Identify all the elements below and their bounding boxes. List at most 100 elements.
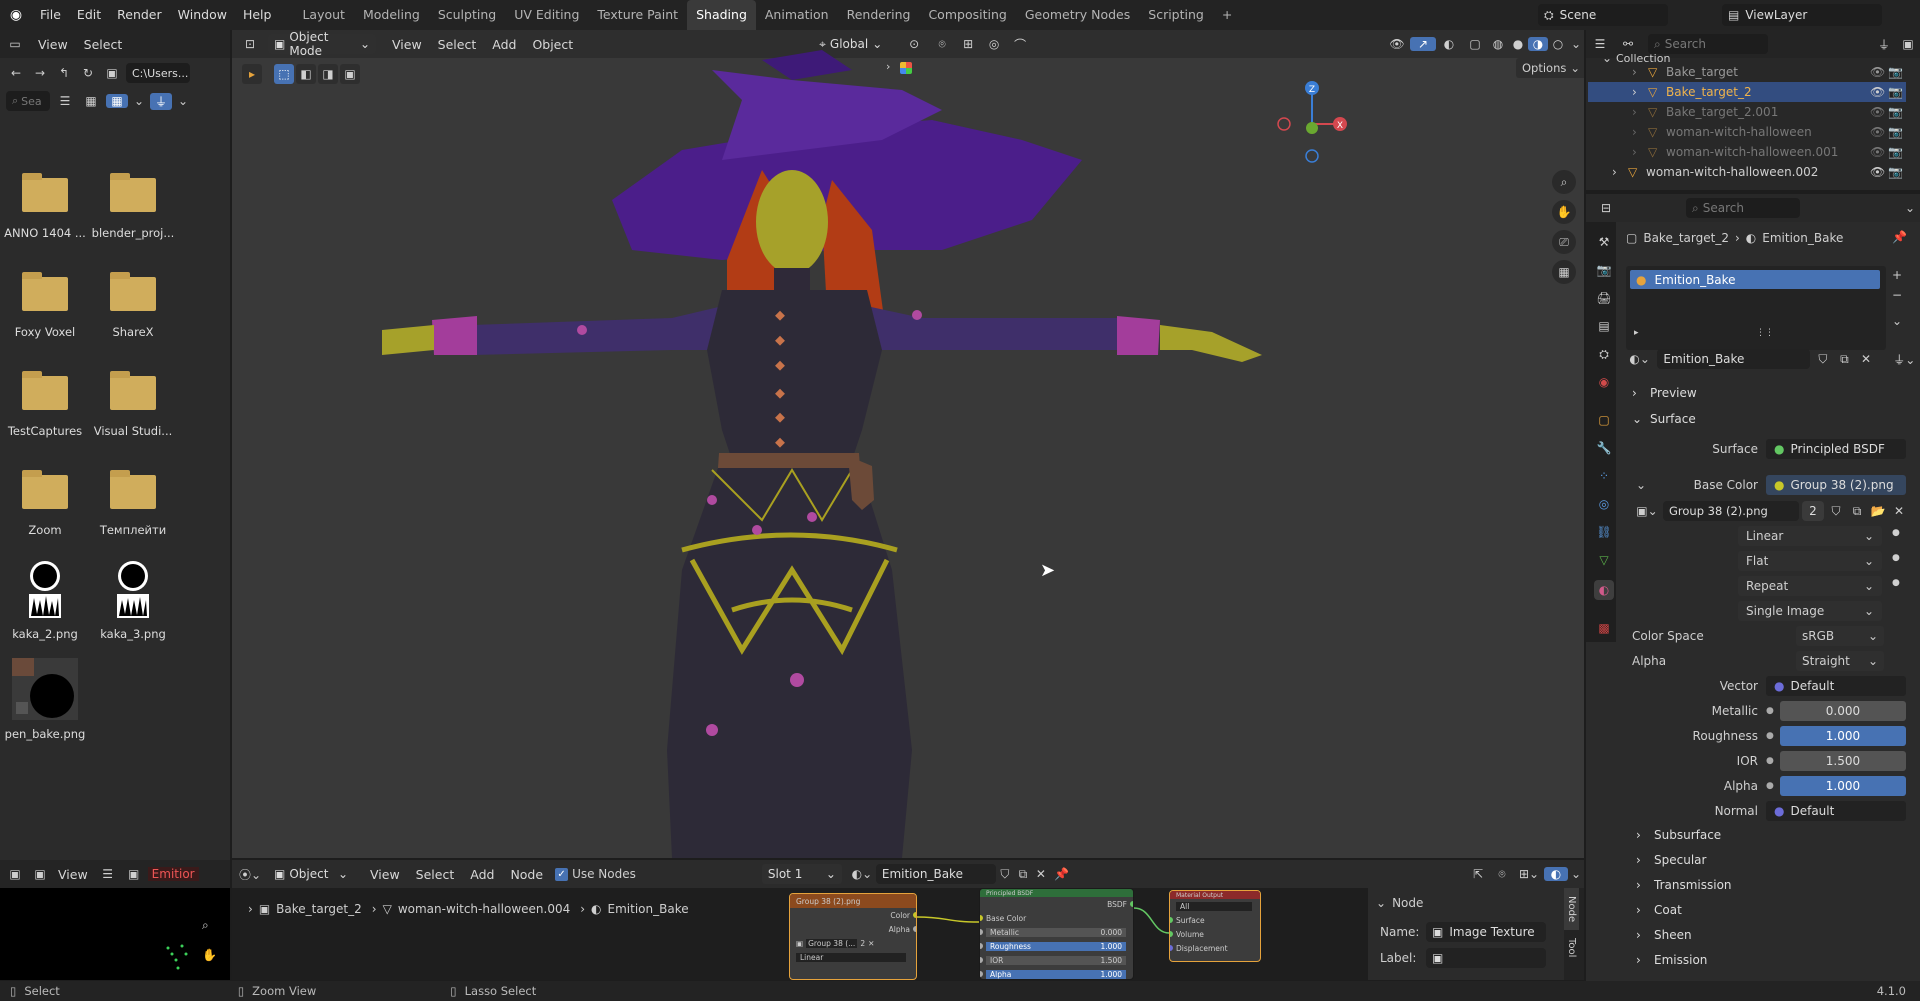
- camera-icon[interactable]: 📷: [1888, 105, 1906, 119]
- alpha-slider[interactable]: 1.000: [1779, 776, 1906, 796]
- socket-grey-icon[interactable]: [980, 929, 983, 935]
- material-name-field[interactable]: Emition_Bake: [1657, 349, 1811, 369]
- select-extend-icon[interactable]: ◧: [296, 64, 316, 84]
- navigation-gizmo[interactable]: Z X: [1272, 76, 1352, 166]
- file-item[interactable]: ANNO 1404 ...: [2, 173, 88, 240]
- menu-view[interactable]: View: [362, 867, 408, 882]
- image-browse-icon[interactable]: ▣: [120, 867, 148, 881]
- view-layer-tab-icon[interactable]: ▤: [1594, 316, 1614, 336]
- snap-target-icon[interactable]: ⊞⌄: [1514, 867, 1544, 881]
- file-item[interactable]: Visual Studi...: [90, 371, 176, 438]
- section-surface[interactable]: ⌄ Surface: [1632, 408, 1906, 430]
- list-view-icon[interactable]: ☰: [54, 94, 76, 108]
- file-item[interactable]: blender_proj...: [90, 173, 176, 240]
- editor-type-icon[interactable]: ⊡: [232, 37, 268, 51]
- menu-view[interactable]: View: [30, 37, 76, 52]
- socket-grey-icon[interactable]: [913, 926, 916, 932]
- tab-shading[interactable]: Shading: [687, 0, 756, 30]
- file-search-input[interactable]: ⌕ Sea: [6, 91, 50, 111]
- object-tab-icon[interactable]: ▢: [1594, 410, 1614, 430]
- ior-field[interactable]: IOR 1.500: [986, 955, 1126, 965]
- eye-icon[interactable]: 👁: [1870, 125, 1888, 139]
- tab-sculpting[interactable]: Sculpting: [429, 0, 505, 30]
- tab-node[interactable]: Node: [1564, 888, 1579, 931]
- file-item[interactable]: TestCaptures: [2, 371, 88, 438]
- file-item[interactable]: Темплейти: [90, 470, 176, 537]
- menu-file[interactable]: File: [32, 0, 69, 30]
- zoom-icon[interactable]: ⌕: [1552, 170, 1576, 194]
- pin-icon[interactable]: 📌: [1050, 867, 1074, 881]
- socket-green-icon[interactable]: [1170, 917, 1173, 923]
- outliner-item[interactable]: › ▽ woman-witch-halloween.001 👁 📷: [1588, 142, 1906, 162]
- editor-type-icon[interactable]: ⦿⌄: [232, 866, 268, 883]
- overlay-toggle-icon[interactable]: ◐: [1436, 37, 1462, 51]
- select-subtract-icon[interactable]: ◨: [318, 64, 338, 84]
- tab-uv-editing[interactable]: UV Editing: [505, 0, 588, 30]
- socket-yellow-icon[interactable]: [980, 915, 983, 921]
- chevron-down-icon[interactable]: ⌄: [1900, 201, 1920, 215]
- gizmo-toggle-icon[interactable]: ↗: [1410, 37, 1436, 51]
- node-label-field[interactable]: ▣: [1426, 948, 1546, 968]
- new-collection-icon[interactable]: ▣: [1896, 37, 1920, 51]
- image-users-count[interactable]: 2: [1802, 501, 1824, 521]
- image-name-field[interactable]: Emitior: [147, 867, 199, 881]
- socket-yellow-icon[interactable]: [913, 912, 916, 918]
- snap-target-icon[interactable]: ⊞: [955, 37, 981, 51]
- proportional-edit-icon[interactable]: ◎: [981, 37, 1007, 51]
- target-value[interactable]: All: [1176, 901, 1252, 911]
- hamburger-menu-icon[interactable]: ☰: [96, 867, 120, 881]
- pan-hand-icon[interactable]: ✋: [1552, 200, 1576, 224]
- tab-modeling[interactable]: Modeling: [354, 0, 429, 30]
- section-emission[interactable]: › Emission: [1636, 949, 1910, 971]
- file-item[interactable]: pen_bake.png: [2, 658, 88, 741]
- material-output-node[interactable]: Material Output All Surface Volume Displ…: [1169, 890, 1261, 962]
- chevron-down-icon[interactable]: ⌄: [1568, 867, 1584, 881]
- forward-icon[interactable]: →: [30, 66, 50, 80]
- outliner-item[interactable]: › ▽ Bake_target 👁 📷: [1588, 62, 1906, 82]
- menu-node[interactable]: Node: [502, 867, 551, 882]
- add-slot-icon[interactable]: +: [1892, 268, 1902, 282]
- section-transmission[interactable]: › Transmission: [1636, 874, 1910, 896]
- pin-icon[interactable]: 📌: [1892, 230, 1907, 244]
- pivot-icon[interactable]: ⊙: [899, 37, 929, 51]
- new-folder-icon[interactable]: ▣: [102, 66, 122, 80]
- chevron-down-icon[interactable]: ⌄: [132, 94, 146, 108]
- texture-tab-icon[interactable]: ▩: [1594, 618, 1614, 638]
- tab-tool[interactable]: Tool: [1564, 930, 1579, 965]
- camera-view-icon[interactable]: ⎚: [1552, 230, 1576, 254]
- scene-tab-icon[interactable]: ⛭: [1594, 344, 1614, 364]
- detail-view-icon[interactable]: ▦: [80, 94, 102, 108]
- tab-animation[interactable]: Animation: [756, 0, 838, 30]
- refresh-icon[interactable]: ↻: [78, 66, 98, 80]
- file-item[interactable]: kaka_3.png: [90, 560, 176, 641]
- editor-type-icon[interactable]: ▭: [0, 37, 30, 51]
- alpha-slider[interactable]: Alpha 1.000: [986, 969, 1126, 979]
- material-shading-icon[interactable]: ◑: [1528, 37, 1548, 51]
- tool-tab-icon[interactable]: ⚒: [1594, 232, 1614, 252]
- interp-value[interactable]: Linear: [796, 952, 906, 962]
- eye-icon[interactable]: 👁: [1870, 145, 1888, 159]
- source-dropdown[interactable]: Single Image ⌄: [1738, 601, 1882, 621]
- menu-add[interactable]: Add: [462, 867, 502, 882]
- snap-icon[interactable]: ⌾: [1490, 867, 1514, 882]
- scene-selector[interactable]: ⛭ Scene: [1538, 4, 1668, 26]
- constraints-tab-icon[interactable]: ⛓: [1594, 522, 1614, 542]
- properties-search-input[interactable]: ⌕ Search: [1686, 198, 1800, 218]
- output-tab-icon[interactable]: 🖨: [1594, 288, 1614, 308]
- remove-slot-icon[interactable]: −: [1892, 288, 1902, 302]
- editor-type-icon[interactable]: ☰: [1586, 37, 1614, 51]
- tab-texture-paint[interactable]: Texture Paint: [588, 0, 687, 30]
- tab-compositing[interactable]: Compositing: [919, 0, 1015, 30]
- eye-icon[interactable]: 👁: [1870, 105, 1888, 119]
- socket-green-icon[interactable]: [1170, 931, 1173, 937]
- vector-field[interactable]: ● Default: [1766, 676, 1906, 696]
- section-coat[interactable]: › Coat: [1636, 899, 1910, 921]
- rendered-shading-icon[interactable]: ○: [1548, 37, 1568, 51]
- chevron-down-icon[interactable]: ⌄: [1568, 37, 1584, 51]
- node-name-field[interactable]: ▣ Image Texture: [1426, 922, 1546, 942]
- use-nodes-checkbox[interactable]: ✓ Use Nodes: [555, 867, 636, 881]
- socket-green-icon[interactable]: [1130, 901, 1133, 907]
- outliner-item[interactable]: › ▽ woman-witch-halloween 👁 📷: [1588, 122, 1906, 142]
- render-tab-icon[interactable]: 📷: [1594, 260, 1614, 280]
- extension-dropdown[interactable]: Repeat ⌄: [1738, 576, 1882, 596]
